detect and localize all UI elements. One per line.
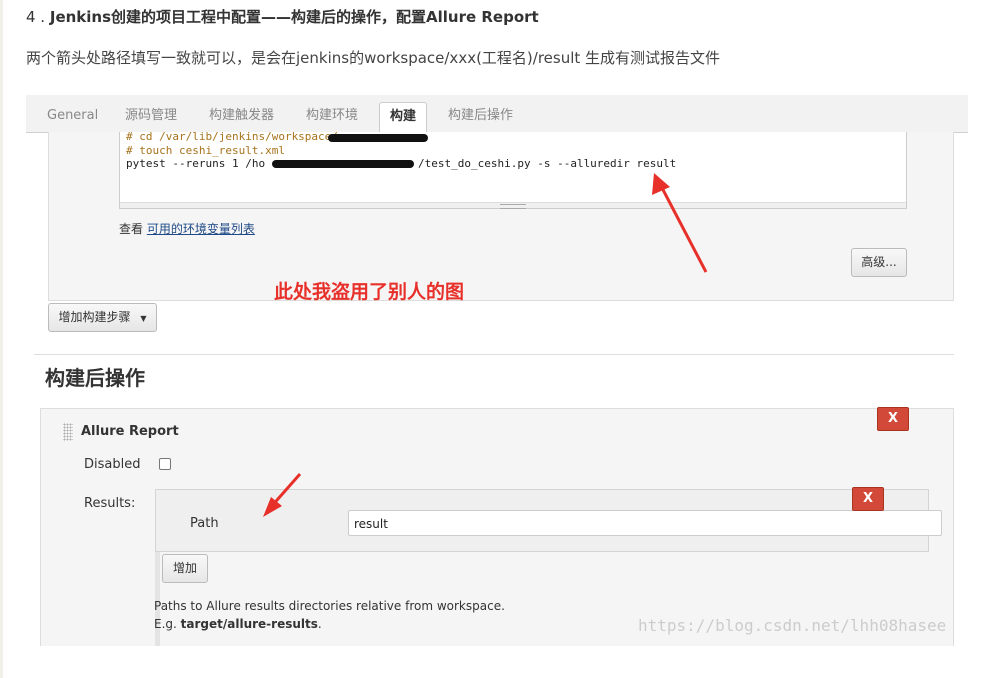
add-path-button[interactable]: 增加: [162, 554, 208, 583]
tab-post-build[interactable]: 构建后操作: [438, 102, 523, 132]
disabled-checkbox[interactable]: [159, 458, 171, 470]
help-example-path: target/allure-results: [180, 617, 318, 631]
heading-number: 4 .: [26, 8, 50, 26]
left-border: [0, 0, 3, 678]
code-line-3-tail: /test_do_ceshi.py -s --alluredir result: [418, 157, 677, 170]
env-vars-prefix: 查看: [119, 222, 147, 236]
tab-build[interactable]: 构建: [379, 102, 428, 134]
delete-allure-button[interactable]: X: [877, 407, 909, 431]
annotation-text: 此处我盗用了别人的图: [274, 281, 465, 303]
results-help-text: Paths to Allure results directories rela…: [154, 597, 505, 633]
jenkins-config-screenshot: General 源码管理 构建触发器 构建环境 构建 构建后操作 # cd /v…: [26, 95, 968, 646]
help-line-1: Paths to Allure results directories rela…: [154, 599, 505, 613]
add-build-step-label: 增加构建步骤: [58, 310, 131, 324]
help-line-2-prefix: E.g.: [154, 617, 181, 631]
grip-icon: [500, 204, 526, 209]
env-vars-hint: 查看 可用的环境变量列表: [119, 220, 255, 237]
textarea-resize-handle[interactable]: [120, 202, 906, 209]
code-line-3: pytest --reruns 1 /ho: [126, 157, 266, 170]
delete-path-button[interactable]: X: [852, 487, 884, 511]
add-build-step-button[interactable]: 增加构建步骤 ▼: [48, 303, 157, 332]
article-heading: 4 . Jenkins创建的项目工程中配置——构建后的操作，配置Allure R…: [26, 6, 539, 27]
help-line-2: E.g. target/allure-results.: [154, 615, 505, 633]
tab-build-environment[interactable]: 构建环境: [296, 102, 368, 132]
results-label: Results:: [84, 496, 136, 511]
path-label: Path: [190, 516, 219, 531]
blog-watermark: https://blog.csdn.net/lhh08hasee: [638, 616, 947, 635]
path-input[interactable]: result: [348, 510, 942, 536]
post-build-section-title: 构建后操作: [45, 366, 145, 390]
redaction-mark: [328, 134, 428, 142]
allure-report-panel: Allure Report X Disabled Results: Path r…: [40, 407, 954, 646]
shell-command-textarea[interactable]: # cd /var/lib/jenkins/workspace/ # touch…: [119, 130, 907, 209]
heading-text: Jenkins创建的项目工程中配置——构建后的操作，配置Allure Repor…: [49, 8, 539, 26]
help-line-2-suffix: .: [317, 617, 322, 631]
config-tab-bar: General 源码管理 构建触发器 构建环境 构建 构建后操作: [26, 95, 968, 134]
code-line-2: # touch ceshi_result.xml: [126, 144, 285, 157]
env-vars-link[interactable]: 可用的环境变量列表: [147, 222, 255, 236]
article-paragraph: 两个箭头处路径填写一致就可以，是会在jenkins的workspace/xxx(…: [26, 49, 721, 67]
tab-general[interactable]: General: [37, 102, 108, 132]
tab-source-control[interactable]: 源码管理: [115, 102, 187, 132]
dropdown-arrow-icon: ▼: [140, 314, 147, 323]
disabled-label: Disabled: [84, 457, 141, 472]
code-line-1: # cd /var/lib/jenkins/workspace/: [126, 130, 338, 143]
drag-handle-icon[interactable]: [63, 423, 73, 441]
advanced-button[interactable]: 高级...: [851, 248, 907, 277]
allure-report-title: Allure Report: [81, 424, 179, 439]
redaction-mark: [272, 160, 414, 168]
tab-build-triggers[interactable]: 构建触发器: [199, 102, 284, 132]
results-entry: Path result: [155, 489, 942, 552]
build-step-panel: # cd /var/lib/jenkins/workspace/ # touch…: [48, 130, 954, 301]
section-divider: [34, 354, 954, 355]
